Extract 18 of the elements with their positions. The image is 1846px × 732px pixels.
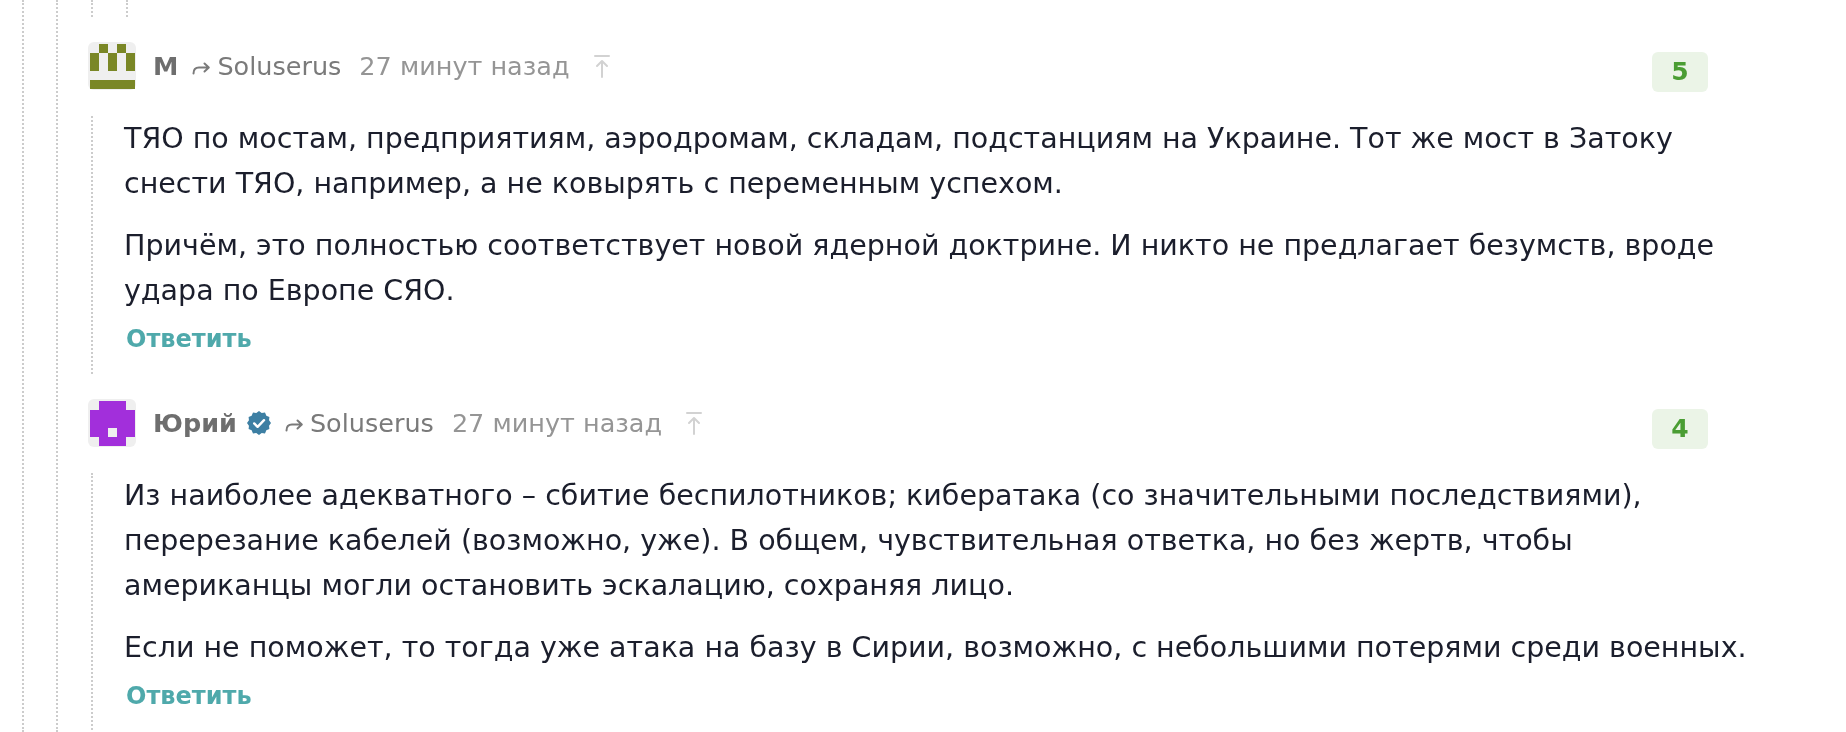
reply-button[interactable]: Ответить xyxy=(124,679,252,713)
comment-paragraph: Если не поможет, то тогда уже атака на базу в Сирии, возможно, с небольшими потерями среди военных. xyxy=(124,630,1748,666)
comment-time[interactable]: 27 минут назад xyxy=(359,51,570,81)
author-name[interactable]: Юрий xyxy=(153,408,237,438)
reply-button[interactable]: Ответить xyxy=(124,322,252,356)
comment-time[interactable]: 27 минут назад xyxy=(451,408,663,438)
curved-arrow-icon xyxy=(192,62,212,75)
pixel-avatar-icon[interactable] xyxy=(88,42,136,90)
curved-arrow-icon xyxy=(284,419,304,432)
comment-paragraph: ТЯО по мостам, предприятиям, аэродромам, складам, подстанциям на Украине. Тот же мост в Затоку снести ТЯО, например, а не ковырять с переменным успехом. xyxy=(124,121,1674,202)
rating-badge: 5 xyxy=(1652,52,1708,92)
pixel-avatar-icon[interactable] xyxy=(88,399,136,447)
author-name[interactable]: M xyxy=(153,51,179,81)
comment-paragraph: Причём, это полностью соответствует новой ядерной доктрине. И никто не предлагает безумств, вроде удара по Европе СЯО. xyxy=(124,228,1716,309)
comment-paragraph: Из наиболее адекватного – сбитие беспилотников; кибератака (со значительными последствиями), перерезание кабелей (возможно, уже). В общем, чувствительная ответка, но без жертв, чтобы американцы могли остановить эскалацию, сохраняя лицо. xyxy=(124,478,1643,604)
rating-badge: 4 xyxy=(1652,409,1708,449)
reply-to-user[interactable]: Soluserus xyxy=(217,51,342,81)
reply-to-user[interactable]: Soluserus xyxy=(309,408,434,438)
